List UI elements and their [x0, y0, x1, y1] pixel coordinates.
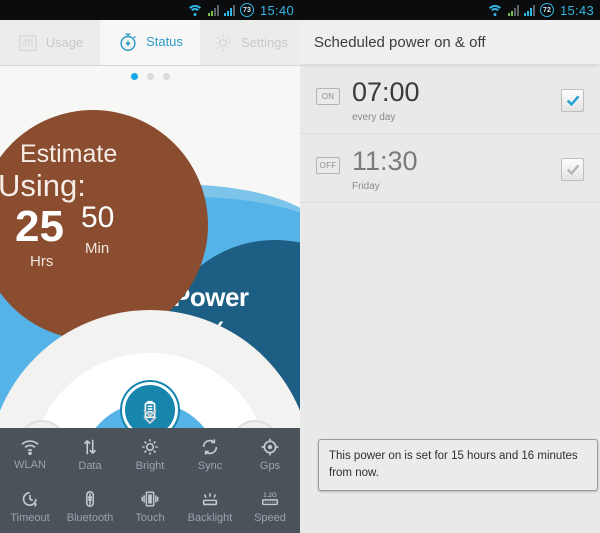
schedule-info: 11:30 Friday — [352, 146, 561, 193]
schedule-time: 11:30 — [352, 146, 418, 176]
toolbar-row-1: WLAN Data Bright Sync Gps — [0, 428, 300, 480]
toggle-bright-label: Bright — [135, 459, 165, 472]
tab-settings-label: Settings — [241, 35, 288, 50]
toggle-touch[interactable]: Touch — [120, 480, 180, 532]
right-status-bar: 72 15:43 — [300, 0, 600, 20]
toggle-sync[interactable]: Sync — [180, 428, 240, 480]
toggle-speed[interactable]: 1.2G Speed — [240, 480, 300, 532]
toolbar-row-2: Timeout Bluetooth Touch Backlight 1.2G S… — [0, 480, 300, 532]
toggle-timeout-label: Timeout — [10, 511, 50, 524]
schedule-row[interactable]: OFF 11:30 Friday — [300, 134, 600, 203]
schedule-checkbox[interactable] — [561, 89, 584, 112]
left-status-bar: 73 15:40 — [0, 0, 300, 20]
schedule-list: ON 07:00 every day OFF 11:30 Friday — [300, 65, 600, 203]
toggle-timeout[interactable]: Timeout — [0, 480, 60, 532]
svg-text:1.2G: 1.2G — [263, 492, 277, 499]
schedule-row[interactable]: ON 07:00 every day — [300, 65, 600, 134]
toggle-wlan-label: WLAN — [14, 458, 46, 471]
chart-icon — [17, 32, 39, 54]
toast-message: This power on is set for 15 hours and 16… — [318, 438, 598, 491]
toggle-speed-label: Speed — [254, 511, 286, 524]
clock: 15:43 — [559, 2, 594, 18]
wifi-icon — [186, 4, 204, 16]
toggle-sync-label: Sync — [197, 459, 223, 472]
toggle-touch-label: Touch — [135, 511, 165, 524]
toggle-wlan[interactable]: WLAN — [0, 428, 60, 480]
page-title: Scheduled power on & off — [300, 20, 600, 65]
estimate-minutes-value: 50 — [81, 201, 115, 234]
dual-screenshot: 73 15:40 Usage Status Settings Power Est… — [0, 0, 600, 533]
clock: 15:40 — [259, 2, 294, 18]
battery-icon: 72 — [539, 3, 554, 17]
toggle-bluetooth[interactable]: Bluetooth — [60, 480, 120, 532]
wifi-icon — [486, 4, 504, 16]
tab-status-label: Status — [146, 34, 183, 49]
quick-toggle-toolbar: WLAN Data Bright Sync Gps Timeout Blueto… — [0, 409, 300, 533]
page-dot-2[interactable] — [146, 72, 154, 80]
state-badge: ON — [316, 88, 340, 105]
gear-icon — [212, 32, 234, 54]
schedule-repeat: Friday — [352, 181, 380, 192]
toggle-bluetooth-label: Bluetooth — [66, 511, 114, 524]
estimate-hours-value: 25 — [15, 202, 64, 251]
estimate-minutes-label: Min — [85, 240, 110, 257]
toggle-bright[interactable]: Bright — [120, 428, 180, 480]
tab-bar: Usage Status Settings — [0, 20, 300, 66]
toggle-data[interactable]: Data — [60, 428, 120, 480]
battery-icon: 73 — [239, 3, 254, 17]
estimate-hours-label: Hrs — [30, 253, 54, 270]
signal-icon — [223, 4, 235, 16]
schedule-checkbox[interactable] — [561, 158, 584, 181]
signal-icon — [207, 4, 219, 16]
left-screen: 73 15:40 Usage Status Settings Power Est… — [0, 0, 300, 533]
chevron-double-down-icon[interactable] — [0, 406, 300, 430]
toggle-backlight[interactable]: Backlight — [180, 480, 240, 532]
state-badge: OFF — [316, 157, 340, 174]
tab-status[interactable]: Status — [100, 20, 200, 65]
toggle-backlight-label: Backlight — [187, 511, 233, 524]
toggle-gps-label: Gps — [259, 459, 281, 472]
schedule-time: 07:00 — [352, 77, 420, 107]
toggle-gps[interactable]: Gps — [240, 428, 300, 480]
toggle-data-label: Data — [78, 459, 102, 472]
stopwatch-icon — [117, 31, 139, 53]
schedule-info: 07:00 every day — [352, 77, 561, 124]
page-indicator — [0, 66, 300, 86]
tab-usage[interactable]: Usage — [0, 20, 100, 65]
page-dot-3[interactable] — [162, 72, 170, 80]
tab-settings[interactable]: Settings — [200, 20, 300, 65]
schedule-repeat: every day — [352, 112, 396, 123]
signal-icon — [523, 4, 535, 16]
page-dot-1[interactable] — [130, 72, 138, 80]
signal-icon — [507, 4, 519, 16]
tab-usage-label: Usage — [45, 35, 84, 50]
right-screen: 72 15:43 Scheduled power on & off ON 07:… — [300, 0, 600, 533]
estimate-line1: Estimate — [20, 140, 118, 168]
estimate-line2: Using: — [0, 168, 86, 203]
